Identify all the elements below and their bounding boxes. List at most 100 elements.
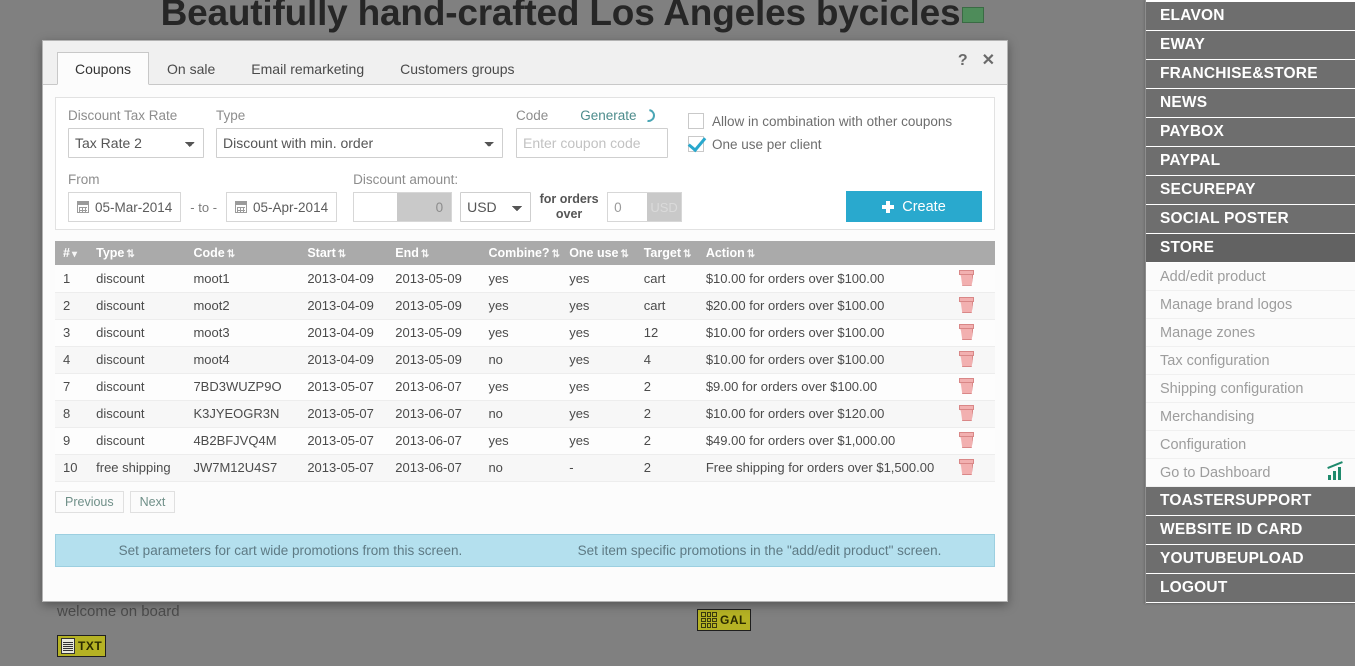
trash-icon[interactable] (959, 297, 975, 311)
cell-one-use: yes (561, 292, 636, 320)
sidebar-subitem-tax-configuration[interactable]: Tax configuration (1146, 347, 1355, 375)
cell-delete[interactable] (951, 373, 995, 401)
cell-start: 2013-05-07 (299, 400, 388, 428)
trash-icon[interactable] (959, 378, 975, 392)
cell-delete[interactable] (951, 319, 995, 347)
close-icon[interactable]: ✕ (982, 53, 995, 69)
cell-delete[interactable] (951, 400, 995, 428)
gal-file-badge[interactable]: GAL (697, 609, 751, 631)
txt-file-badge[interactable]: TXT (57, 635, 107, 657)
sidebar-item-youtubeupload[interactable]: YOUTUBEUPLOAD (1146, 545, 1355, 574)
trash-icon[interactable] (959, 324, 975, 338)
tab-coupons[interactable]: Coupons (57, 52, 150, 85)
table-col-[interactable]: # ▾ (55, 241, 89, 265)
table-col-end[interactable]: End ⇅ (387, 241, 481, 265)
info-banner-right: Set item specific promotions in the "add… (577, 542, 942, 558)
table-col-code[interactable]: Code ⇅ (185, 241, 300, 265)
table-col-start[interactable]: Start ⇅ (299, 241, 388, 265)
sidebar-item-news[interactable]: NEWS (1146, 89, 1355, 118)
cell-delete[interactable] (951, 454, 995, 482)
tab-on-sale[interactable]: On sale (149, 52, 233, 85)
sidebar-subitem-go-to-dashboard[interactable]: Go to Dashboard (1146, 459, 1355, 487)
discount-amount-entry[interactable] (354, 193, 398, 221)
table-row[interactable]: 1 discount moot1 2013-04-09 2013-05-09 yes yes… (55, 265, 995, 293)
sidebar-subitem-label: Configuration (1160, 436, 1247, 453)
table-row[interactable]: 9 discount 4B2BFJVQ4M 2013-05-07 2013-06-07 y… (55, 427, 995, 455)
cell-delete[interactable] (951, 265, 995, 293)
orders-over-input[interactable]: 0 USD (607, 192, 683, 222)
sidebar-subitem-label: Shipping configuration (1160, 380, 1304, 397)
sidebar-item-store[interactable]: STORE (1146, 234, 1355, 263)
allow-combination-checkbox[interactable] (688, 113, 704, 129)
type-select[interactable]: Discount with min. order (216, 128, 503, 158)
one-use-row[interactable]: One use per client (688, 136, 952, 152)
cell-end: 2013-05-09 (387, 346, 481, 374)
info-banner: Set parameters for cart wide promotions … (55, 533, 995, 567)
tab-email-remarketing[interactable]: Email remarketing (233, 52, 382, 85)
next-page-button[interactable]: Next (129, 490, 176, 513)
trash-icon[interactable] (959, 269, 975, 284)
cell-type: discount (88, 319, 186, 347)
allow-combination-row[interactable]: Allow in combination with other coupons (688, 113, 952, 129)
table-row[interactable]: 7 discount 7BD3WUZP9O 2013-05-07 2013-06-07 y… (55, 373, 995, 401)
orders-over-value[interactable]: 0 (608, 193, 648, 221)
cell-combine: no (480, 400, 562, 428)
cell-code: 4B2BFJVQ4M (185, 427, 300, 455)
to-date-input[interactable]: 05-Apr-2014 (226, 192, 338, 222)
cell-action: Free shipping for orders over $1,500.00 (697, 454, 952, 482)
cell-delete[interactable] (951, 292, 995, 320)
table-row[interactable]: 10 free shipping JW7M12U4S7 2013-05-07 2013-… (55, 454, 995, 482)
cell-start: 2013-04-09 (299, 292, 388, 320)
one-use-per-client-checkbox[interactable] (688, 136, 704, 152)
trash-icon[interactable] (959, 351, 975, 365)
previous-page-button[interactable]: Previous (55, 490, 124, 513)
discount-amount-input[interactable]: 0 (353, 192, 453, 222)
table-col-action[interactable]: Action ⇅ (697, 241, 952, 265)
sidebar-subitem-merchandising[interactable]: Merchandising (1146, 403, 1355, 431)
table-col-type[interactable]: Type ⇅ (88, 241, 186, 265)
sort-icon: ⇅ (420, 249, 430, 260)
sidebar-subitem-shipping-configuration[interactable]: Shipping configuration (1146, 375, 1355, 403)
trash-icon[interactable] (959, 432, 975, 446)
table-col-oneuse[interactable]: One use ⇅ (561, 241, 636, 265)
discount-tax-rate-select[interactable]: Tax Rate 2 (68, 128, 204, 158)
sidebar-item-website-id-card[interactable]: WEBSITE ID CARD (1146, 516, 1355, 545)
coupon-options: Allow in combination with other coupons … (688, 108, 952, 159)
sidebar-item-paypal[interactable]: PAYPAL (1146, 147, 1355, 176)
sidebar-item-social-poster[interactable]: SOCIAL POSTER (1146, 205, 1355, 234)
sidebar-item-franchise-store[interactable]: FRANCHISE&STORE (1146, 60, 1355, 89)
tab-customers-groups[interactable]: Customers groups (382, 52, 532, 85)
sidebar-item-toastersupport[interactable]: TOASTERSUPPORT (1146, 487, 1355, 516)
sidebar-item-elavon[interactable]: ELAVON (1146, 2, 1355, 31)
help-icon[interactable]: ? (958, 53, 968, 69)
table-col-label: Action (705, 246, 745, 260)
trash-icon[interactable] (959, 405, 975, 419)
sidebar-subitem-manage-brand-logos[interactable]: Manage brand logos (1146, 291, 1355, 319)
sidebar-subitem-configuration[interactable]: Configuration (1146, 431, 1355, 459)
table-col-combine[interactable]: Combine? ⇅ (480, 241, 562, 265)
currency-select[interactable]: USD (460, 192, 532, 222)
table-row[interactable]: 2 discount moot2 2013-04-09 2013-05-09 yes yes… (55, 292, 995, 320)
sort-icon: ⇅ (620, 249, 629, 260)
table-row[interactable]: 8 discount K3JYEOGR3N 2013-05-07 2013-06-07 n… (55, 400, 995, 428)
table-col-target[interactable]: Target ⇅ (635, 241, 698, 265)
sidebar-subitem-manage-zones[interactable]: Manage zones (1146, 319, 1355, 347)
generate-code-link[interactable]: Generate (580, 106, 658, 125)
table-row[interactable]: 4 discount moot4 2013-04-09 2013-05-09 no yes 4… (55, 346, 995, 374)
cell-num: 2 (55, 292, 89, 320)
cell-delete[interactable] (951, 427, 995, 455)
sidebar-item-eway[interactable]: EWAY (1146, 31, 1355, 60)
sidebar-item-securepay[interactable]: SECUREPAY (1146, 176, 1355, 205)
trash-icon[interactable] (959, 459, 975, 473)
create-button[interactable]: Create (846, 191, 982, 222)
coupon-code-input[interactable] (516, 128, 668, 158)
cell-target: 12 (635, 319, 698, 347)
cell-target: 2 (635, 400, 698, 428)
sidebar-subitem-add-edit-product[interactable]: Add/edit product (1146, 263, 1355, 291)
cell-delete[interactable] (951, 346, 995, 374)
table-row[interactable]: 3 discount moot3 2013-04-09 2013-05-09 yes yes… (55, 319, 995, 347)
from-date-input[interactable]: 05-Mar-2014 (68, 192, 182, 222)
sidebar-item-paybox[interactable]: PAYBOX (1146, 118, 1355, 147)
sidebar-item-logout[interactable]: LOGOUT (1146, 574, 1355, 603)
cell-end: 2013-06-07 (387, 454, 481, 482)
